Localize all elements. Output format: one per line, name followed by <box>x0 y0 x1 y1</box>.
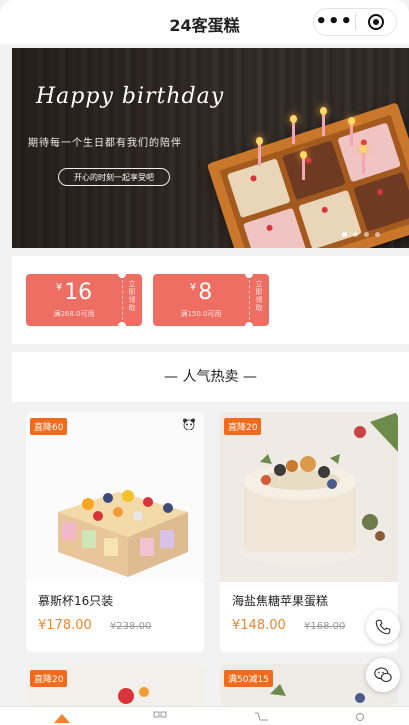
tab-cart[interactable] <box>252 711 272 725</box>
product-name: 海盐焦糖苹果蛋糕 <box>232 594 329 608</box>
coupon-condition: 满268.0可用 <box>53 310 95 318</box>
product-card[interactable]: 直降20 <box>26 664 204 706</box>
app-header: 24客蛋糕 ••• <box>0 0 409 44</box>
carousel-dot[interactable] <box>364 232 369 237</box>
carousel-dot[interactable] <box>342 232 347 237</box>
candle <box>290 115 297 144</box>
bottom-tab-bar <box>0 706 409 725</box>
coupon-16[interactable]: ¥16 满268.0可用 立即领取 <box>26 270 142 330</box>
banner-title: Happy birthday <box>36 84 225 109</box>
coupon-claim-label[interactable]: 立即领取 <box>126 280 138 312</box>
candle <box>360 145 367 174</box>
customer-service-button[interactable] <box>366 658 400 692</box>
banner-subtitle: 期待每一个生日都有我们的陪伴 <box>28 138 182 149</box>
candle <box>300 151 307 180</box>
tab-category[interactable] <box>150 711 170 725</box>
coupon-divider <box>249 280 250 320</box>
product-original-price: ¥238.00 <box>110 621 152 632</box>
close-icon <box>367 14 384 30</box>
candle <box>348 117 355 146</box>
discount-tag: 直降60 <box>30 418 68 435</box>
banner-button[interactable]: 开心的时刻一起享受吧 <box>58 168 170 186</box>
coupon-strip: ¥16 满268.0可用 立即领取 ¥8 满150.0可用 立即领取 <box>12 256 409 344</box>
coupon-condition: 满150.0可用 <box>180 310 222 318</box>
phone-button[interactable] <box>366 610 400 644</box>
product-original-price: ¥168.00 <box>304 621 346 632</box>
home-icon <box>54 714 70 723</box>
product-card[interactable]: 直降60 慕斯杯16只装 ¥178.00 ¥238.00 <box>26 412 204 652</box>
coupon-8[interactable]: ¥8 满150.0可用 立即领取 <box>153 270 269 330</box>
tab-home[interactable] <box>52 711 72 725</box>
discount-tag: 直降20 <box>224 418 262 435</box>
carousel-dot[interactable] <box>353 232 358 237</box>
close-button[interactable] <box>356 14 397 30</box>
coupon-divider <box>122 280 123 320</box>
customer-service-icon <box>374 667 392 683</box>
discount-tag: 直降20 <box>30 670 68 687</box>
promo-banner[interactable]: Happy birthday 期待每一个生日都有我们的陪伴 开心的时刻一起享受吧 <box>12 48 409 248</box>
carousel-indicator <box>342 232 380 237</box>
cart-icon <box>255 712 268 721</box>
panda-icon <box>183 418 195 430</box>
product-price: ¥148.00 <box>232 618 286 633</box>
candle <box>256 137 263 166</box>
coupon-amount: ¥16 <box>55 280 93 305</box>
candle <box>320 107 327 136</box>
product-price: ¥178.00 <box>38 618 92 633</box>
mini-program-capsule: ••• <box>313 8 397 36</box>
phone-icon <box>375 619 391 635</box>
section-title: — 人气热卖 — <box>164 369 257 385</box>
product-image-mousse-cups <box>26 412 204 582</box>
tab-user[interactable] <box>350 711 370 725</box>
product-name: 慕斯杯16只装 <box>38 594 114 608</box>
user-icon <box>356 713 364 721</box>
coupon-amount: ¥8 <box>189 280 213 305</box>
more-button[interactable]: ••• <box>314 10 355 34</box>
carousel-dot[interactable] <box>375 232 380 237</box>
discount-tag: 满50减15 <box>224 670 273 687</box>
coupon-claim-label[interactable]: 立即领取 <box>253 280 265 312</box>
popular-section-header: — 人气热卖 — <box>12 352 409 402</box>
product-image-caramel-apple-cake <box>220 412 398 582</box>
category-icon <box>153 711 167 718</box>
